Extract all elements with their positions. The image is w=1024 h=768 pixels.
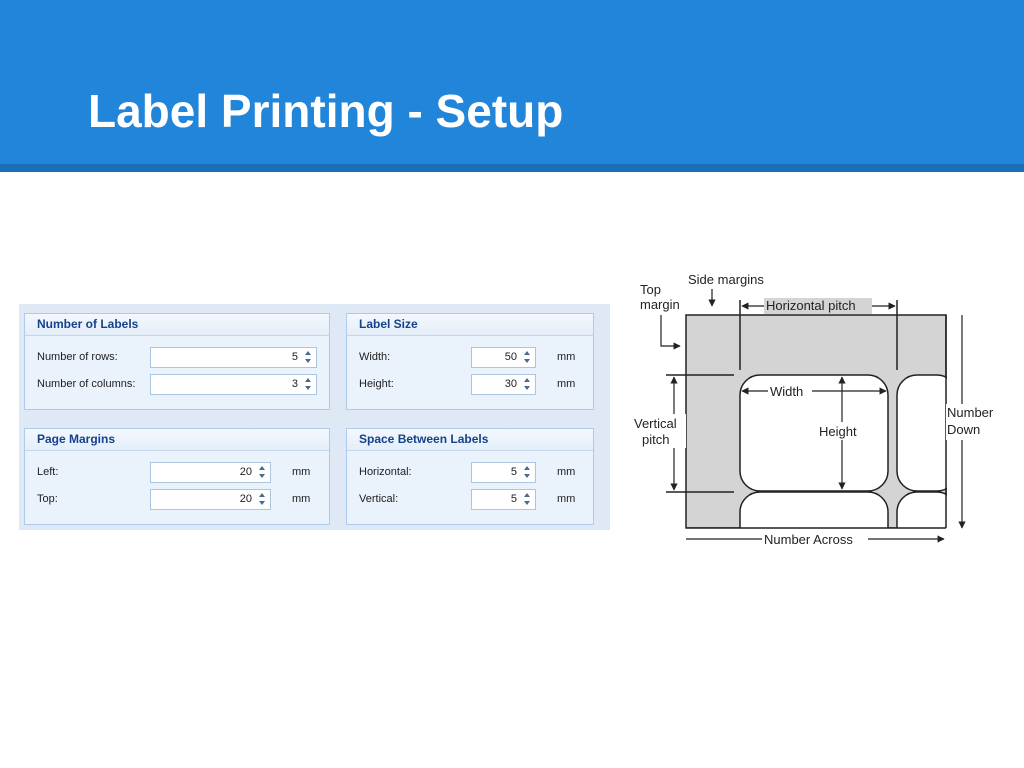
rows-label: Number of rows: [37, 351, 118, 363]
top-margin-label-line2: margin [640, 297, 680, 312]
left-margin-unit: mm [292, 466, 311, 478]
spin-up-icon[interactable] [524, 493, 530, 497]
label-cells [739, 374, 958, 552]
page-margins-group: Page Margins Left: 20 mm Top: 20 mm [24, 428, 330, 525]
width-diagram-label: Width [770, 384, 803, 399]
vertical-space-spin-buttons [523, 492, 532, 507]
spin-down-icon[interactable] [524, 359, 530, 363]
rows-value: 5 [291, 351, 298, 363]
horizontal-space-value: 5 [510, 466, 517, 478]
spin-up-icon[interactable] [524, 351, 530, 355]
spin-up-icon[interactable] [259, 466, 265, 470]
slide-title: Label Printing - Setup [88, 85, 564, 137]
height-label: Height: [359, 378, 394, 390]
left-margin-label: Left: [37, 466, 59, 478]
spin-up-icon[interactable] [524, 466, 530, 470]
number-of-labels-header: Number of Labels [25, 314, 329, 336]
side-margins-label: Side margins [688, 272, 764, 287]
spin-down-icon[interactable] [524, 501, 530, 505]
spin-down-icon[interactable] [524, 474, 530, 478]
columns-spin-buttons [304, 377, 313, 392]
height-spinner[interactable]: 30 [471, 374, 536, 395]
vertical-space-spinner[interactable]: 5 [471, 489, 536, 510]
title-banner: Label Printing - Setup [0, 0, 1024, 172]
vertical-space-row: Vertical: 5 mm [347, 489, 595, 510]
left-margin-value: 20 [239, 466, 252, 478]
left-margin-row: Left: 20 mm [25, 462, 331, 483]
width-row: Width: 50 mm [347, 347, 595, 368]
width-unit: mm [557, 351, 576, 363]
vertical-space-unit: mm [557, 493, 576, 505]
number-across-label: Number Across [764, 532, 853, 547]
number-down-label-line1: Number [947, 405, 994, 420]
spin-down-icon[interactable] [305, 359, 311, 363]
top-margin-label-line1: Top [640, 282, 661, 297]
height-spin-buttons [523, 377, 532, 392]
top-margin-spinner[interactable]: 20 [150, 489, 271, 510]
top-margin-arrow [660, 315, 681, 350]
spin-up-icon[interactable] [305, 351, 311, 355]
rows-spinner[interactable]: 5 [150, 347, 317, 368]
horizontal-space-label: Horizontal: [359, 466, 412, 478]
label-layout-diagram: Horizontal pitch Side margins Top margin… [632, 272, 1000, 552]
spin-down-icon[interactable] [305, 386, 311, 390]
rows-spin-buttons [304, 350, 313, 365]
number-down-label-line2: Down [947, 422, 980, 437]
spin-down-icon[interactable] [259, 501, 265, 505]
label-size-group: Label Size Width: 50 mm Height: 30 mm [346, 313, 594, 410]
top-margin-spin-buttons [258, 492, 267, 507]
label-size-header: Label Size [347, 314, 593, 336]
columns-value: 3 [291, 378, 298, 390]
spin-up-icon[interactable] [305, 378, 311, 382]
horizontal-space-spin-buttons [523, 465, 532, 480]
spin-down-icon[interactable] [259, 474, 265, 478]
rows-row: Number of rows: 5 [25, 347, 331, 368]
space-between-labels-group: Space Between Labels Horizontal: 5 mm Ve… [346, 428, 594, 525]
left-margin-spinner[interactable]: 20 [150, 462, 271, 483]
height-row: Height: 30 mm [347, 374, 595, 395]
columns-row: Number of columns: 3 [25, 374, 331, 395]
columns-label: Number of columns: [37, 378, 136, 390]
width-value: 50 [504, 351, 517, 363]
horizontal-space-row: Horizontal: 5 mm [347, 462, 595, 483]
height-value: 30 [504, 378, 517, 390]
width-spin-buttons [523, 350, 532, 365]
left-margin-spin-buttons [258, 465, 267, 480]
top-margin-unit: mm [292, 493, 311, 505]
label-setup-panel: Number of Labels Number of rows: 5 Numbe… [19, 304, 610, 530]
width-label: Width: [359, 351, 391, 363]
horizontal-space-unit: mm [557, 466, 576, 478]
vertical-space-label: Vertical: [359, 493, 399, 505]
spin-up-icon[interactable] [524, 378, 530, 382]
height-diagram-label: Height [819, 424, 857, 439]
horizontal-space-spinner[interactable]: 5 [471, 462, 536, 483]
top-margin-row: Top: 20 mm [25, 489, 331, 510]
width-spinner[interactable]: 50 [471, 347, 536, 368]
columns-spinner[interactable]: 3 [150, 374, 317, 395]
number-of-labels-group: Number of Labels Number of rows: 5 Numbe… [24, 313, 330, 410]
top-margin-label: Top: [37, 493, 58, 505]
space-between-labels-header: Space Between Labels [347, 429, 593, 451]
page-margins-header: Page Margins [25, 429, 329, 451]
height-unit: mm [557, 378, 576, 390]
top-margin-value: 20 [239, 493, 252, 505]
horizontal-pitch-label: Horizontal pitch [766, 298, 856, 313]
spin-down-icon[interactable] [524, 386, 530, 390]
spin-up-icon[interactable] [259, 493, 265, 497]
vertical-space-value: 5 [510, 493, 517, 505]
vertical-pitch-label-line1: Vertical [634, 416, 677, 431]
vertical-pitch-label-line2: pitch [642, 432, 669, 447]
